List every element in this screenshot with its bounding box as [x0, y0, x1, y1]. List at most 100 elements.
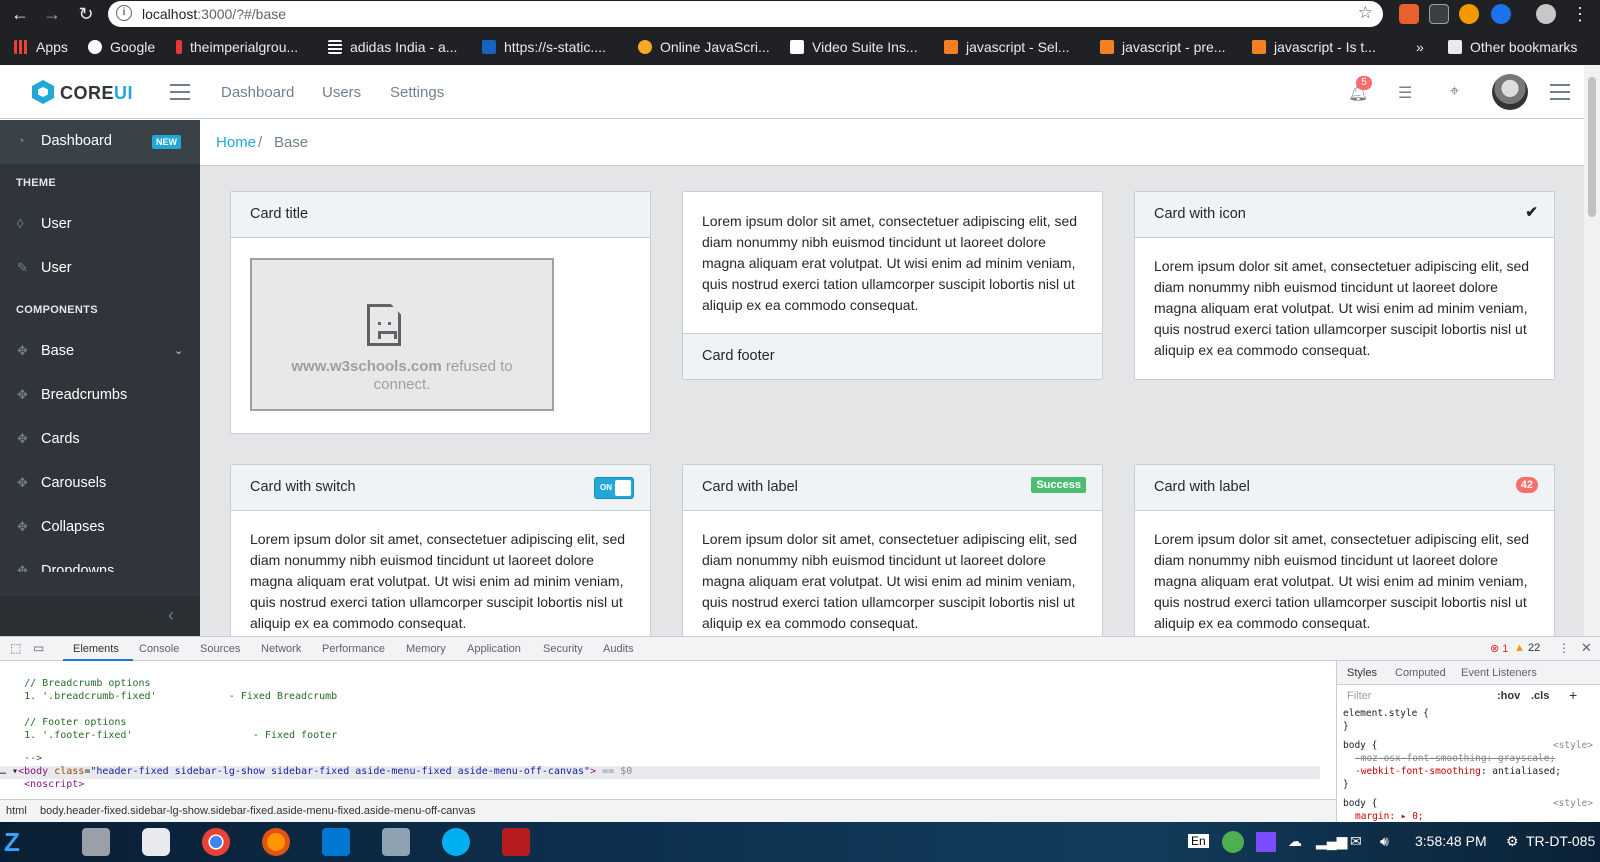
- sidebar-minimizer[interactable]: ‹: [0, 596, 200, 636]
- toggle-switch[interactable]: ON: [594, 477, 634, 499]
- bookmark-js-pre[interactable]: javascript - pre...: [1100, 38, 1225, 56]
- skype-icon[interactable]: [442, 828, 470, 856]
- clock[interactable]: 3:58:48 PM: [1415, 833, 1487, 849]
- chevron-down-icon[interactable]: ⌄: [174, 344, 183, 357]
- inspect-icon[interactable]: ⬚: [10, 641, 21, 655]
- extension-icon-2[interactable]: [1429, 4, 1449, 24]
- sidebar-item-user-2[interactable]: ✎ User: [0, 247, 200, 291]
- bookmark-js-is[interactable]: javascript - Is t...: [1252, 38, 1376, 56]
- terminal-icon[interactable]: [502, 828, 530, 856]
- crumb-body[interactable]: body.header-fixed.sidebar-lg-show.sideba…: [40, 805, 476, 817]
- bookmark-apps[interactable]: Apps: [14, 38, 68, 56]
- bookmark-online-js[interactable]: Online JavaScri...: [638, 38, 770, 56]
- extension-icon-1[interactable]: [1399, 4, 1419, 24]
- elements-tree[interactable]: // Breadcrumb options 1. '.breadcrumb-fi…: [0, 661, 1320, 799]
- tab-audits[interactable]: Audits: [603, 643, 634, 655]
- sidebar-item-breadcrumbs[interactable]: ✥ Breadcrumbs: [0, 374, 200, 418]
- tab-computed[interactable]: Computed: [1395, 667, 1446, 679]
- tab-elements[interactable]: Elements: [73, 643, 119, 655]
- bookmark-google[interactable]: Google: [88, 38, 155, 56]
- close-icon[interactable]: ✕: [1581, 640, 1592, 656]
- file-manager-icon[interactable]: [82, 828, 110, 856]
- device-toolbar-icon[interactable]: ▭: [33, 641, 44, 655]
- nav-users[interactable]: Users: [322, 84, 361, 101]
- page-scrollbar[interactable]: [1584, 65, 1600, 636]
- settings-gear-icon[interactable]: ⚙: [1506, 833, 1519, 850]
- sidebar-item-dropdowns[interactable]: ✥ Dropdowns: [0, 550, 200, 572]
- bookmark-adidas[interactable]: adidas India - a...: [328, 38, 457, 56]
- tab-sources[interactable]: Sources: [200, 643, 240, 655]
- styles-filter-input[interactable]: Filter: [1347, 690, 1371, 702]
- chrome-menu-icon[interactable]: ⋮: [1568, 2, 1592, 26]
- chrome-icon[interactable]: [202, 828, 230, 856]
- sidebar-item-collapses[interactable]: ✥ Collapses: [0, 506, 200, 550]
- image-viewer-icon[interactable]: [382, 828, 410, 856]
- bookmark-static[interactable]: https://s-static....: [482, 38, 606, 56]
- devtools-menu-icon[interactable]: ⋮: [1558, 641, 1570, 655]
- signal-icon[interactable]: ▂▄▆: [1316, 833, 1347, 850]
- tab-memory[interactable]: Memory: [406, 643, 446, 655]
- new-rule-icon[interactable]: +: [1569, 687, 1577, 703]
- extension-icon-3[interactable]: [1459, 4, 1479, 24]
- nav-settings[interactable]: Settings: [390, 84, 444, 101]
- breadcrumb-separator: /: [258, 134, 263, 151]
- scrollbar-thumb[interactable]: [1588, 77, 1596, 217]
- crumb-html[interactable]: html: [6, 805, 27, 817]
- tab-application[interactable]: Application: [467, 643, 521, 655]
- hov-toggle[interactable]: :hov: [1497, 690, 1520, 702]
- firefox-icon[interactable]: [262, 828, 290, 856]
- tab-performance[interactable]: Performance: [322, 643, 385, 655]
- back-icon[interactable]: ←: [8, 2, 32, 26]
- more-bookmarks[interactable]: »: [1416, 38, 1424, 56]
- mail-icon[interactable]: ✉: [1350, 833, 1362, 850]
- url-text[interactable]: localhost:3000/?#/base: [142, 6, 286, 22]
- taskbar: Z En ☁ ▂▄▆ ✉ 🔊︎ 3:58:48 PM ⚙ TR-DT-085: [0, 822, 1600, 862]
- reload-icon[interactable]: ↻: [74, 2, 98, 26]
- forward-icon[interactable]: →: [40, 2, 64, 26]
- avatar[interactable]: [1492, 74, 1528, 110]
- address-bar[interactable]: i localhost:3000/?#/base ☆: [108, 1, 1383, 27]
- selected-body-node[interactable]: … ▾<body class="header-fixed sidebar-lg-…: [0, 766, 1320, 779]
- cls-toggle[interactable]: .cls: [1531, 690, 1549, 702]
- nav-dashboard[interactable]: Dashboard: [221, 84, 294, 101]
- other-bookmarks[interactable]: Other bookmarks: [1448, 38, 1577, 56]
- sidebar-item-dashboard[interactable]: ◔ Dashboard NEW: [0, 120, 200, 164]
- warning-count[interactable]: ▲ 22: [1514, 642, 1540, 654]
- sidebar-item-carousels[interactable]: ✥ Carousels: [0, 462, 200, 506]
- tab-network[interactable]: Network: [261, 643, 301, 655]
- style-property[interactable]: -webkit-font-smoothing: antialiased;: [1343, 765, 1593, 778]
- bookmark-js-sel[interactable]: javascript - Sel...: [944, 38, 1069, 56]
- card-with-label-success: Card with label Success Lorem ipsum dolo…: [682, 464, 1103, 636]
- vscode-icon[interactable]: [322, 828, 350, 856]
- profile-icon[interactable]: [1536, 4, 1556, 24]
- sidebar-item-base[interactable]: ✥ Base ⌄: [0, 330, 200, 374]
- aside-menu-toggler-icon[interactable]: [1550, 84, 1570, 100]
- tab-event-listeners[interactable]: Event Listeners: [1461, 667, 1537, 679]
- bookmark-video-suite[interactable]: Video Suite Ins...: [790, 38, 918, 56]
- language-indicator[interactable]: En: [1188, 834, 1209, 848]
- volume-icon[interactable]: 🔊︎: [1380, 833, 1389, 850]
- switch-label: ON: [600, 483, 612, 492]
- tray-app-icon[interactable]: [1256, 832, 1276, 852]
- error-count[interactable]: ⊗ 1: [1490, 642, 1508, 655]
- tab-security[interactable]: Security: [543, 643, 583, 655]
- tab-console[interactable]: Console: [139, 643, 179, 655]
- breadcrumb-home[interactable]: Home: [216, 134, 256, 151]
- sidebar-item-user-1[interactable]: ◊ User: [0, 203, 200, 247]
- info-icon[interactable]: i: [116, 5, 132, 21]
- start-menu-icon[interactable]: Z: [4, 828, 38, 856]
- bookmark-imperial[interactable]: theimperialgrou...: [176, 38, 298, 56]
- location-pin-icon[interactable]: ⌖: [1450, 83, 1459, 101]
- check-tray-icon[interactable]: [1222, 831, 1244, 853]
- cloud-icon[interactable]: ☁: [1288, 833, 1302, 850]
- puzzle-icon: ✥: [17, 563, 28, 572]
- sidebar-toggler-icon[interactable]: [170, 84, 190, 100]
- extension-icon-4[interactable]: [1491, 4, 1511, 24]
- bookmark-star-icon[interactable]: ☆: [1358, 3, 1373, 23]
- site-favicon: [176, 40, 182, 54]
- app-icon[interactable]: [142, 828, 170, 856]
- list-icon[interactable]: ☰: [1398, 83, 1412, 103]
- sidebar-item-cards[interactable]: ✥ Cards: [0, 418, 200, 462]
- iframe-error: www.w3schools.com refused to connect.: [250, 258, 554, 411]
- tab-styles[interactable]: Styles: [1347, 667, 1377, 679]
